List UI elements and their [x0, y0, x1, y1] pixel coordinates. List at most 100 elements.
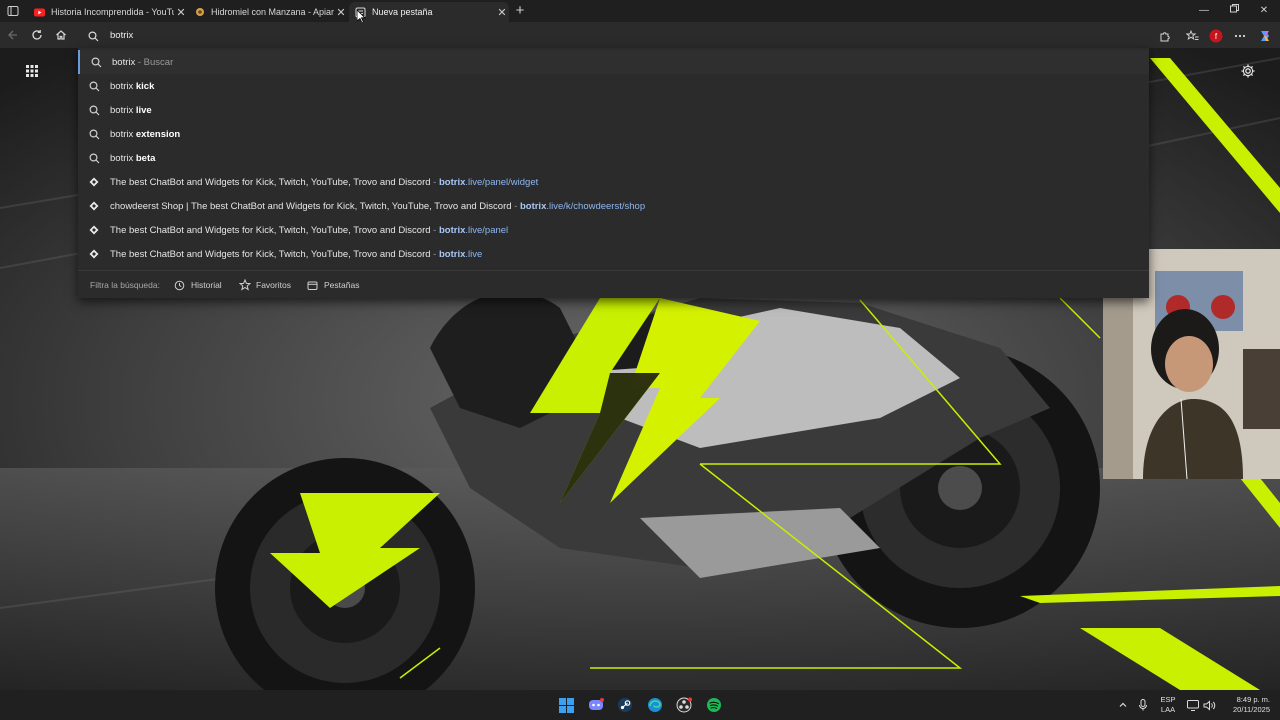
history-icon — [173, 279, 186, 292]
edge-browser-icon[interactable] — [646, 696, 664, 714]
suggestion-completion: live — [135, 105, 152, 116]
suggestion-url-match: botrix — [438, 225, 466, 236]
more-options-icon[interactable] — [1233, 29, 1247, 43]
botrix-site-icon — [88, 176, 100, 188]
site-icon — [194, 7, 205, 18]
suggestion-separator: - — [430, 177, 439, 188]
profile-avatar[interactable]: f — [1209, 29, 1223, 43]
suggestion-search-3[interactable]: botrix extension — [78, 122, 1149, 146]
clock-time: 8:49 p. m. — [1236, 695, 1270, 704]
tab-actions-menu-icon[interactable] — [4, 3, 22, 19]
suggestion-search-1[interactable]: botrix kick — [78, 74, 1149, 98]
suggestion-prefix: botrix — [110, 81, 136, 92]
new-tab-button[interactable]: + — [512, 3, 528, 19]
suggestion-prefix: botrix — [110, 129, 136, 140]
filter-chip-label: Historial — [191, 280, 222, 290]
tabs-icon — [306, 279, 319, 292]
botrix-site-icon — [88, 248, 100, 260]
title-bar: Historia Incomprendida - YouTube ✕ Hidro… — [0, 0, 1280, 24]
tab-hidromiel[interactable]: Hidromiel con Manzana - Apiario ✕ — [190, 2, 348, 22]
youtube-icon — [34, 7, 45, 18]
suggestion-title: The best ChatBot and Widgets for Kick, T… — [110, 177, 431, 188]
show-hidden-icons-chevron-up-icon[interactable] — [1114, 696, 1132, 714]
back-arrow-icon[interactable] — [5, 27, 21, 43]
suggestion-title: The best ChatBot and Widgets for Kick, T… — [110, 225, 431, 236]
suggestion-title: chowdeerst Shop | The best ChatBot and W… — [110, 201, 512, 212]
filter-label: Filtra la búsqueda: — [90, 280, 160, 290]
suggestion-prefix: botrix — [110, 153, 136, 164]
search-icon — [88, 152, 100, 164]
suggestion-text: botrix — [112, 57, 136, 68]
input-language-indicator[interactable]: ESP LAA — [1156, 695, 1180, 715]
suggestion-separator: - — [511, 201, 520, 212]
search-filter-bar: Filtra la búsqueda: Historial Favoritos … — [78, 270, 1149, 298]
suggestion-url: .live — [465, 249, 483, 260]
suggestion-search-0[interactable]: botrix - Buscar — [78, 50, 1149, 74]
suggestion-search-4[interactable]: botrix beta — [78, 146, 1149, 170]
spotify-icon[interactable] — [705, 696, 723, 714]
search-icon — [88, 80, 100, 92]
minimize-button[interactable]: — — [1196, 3, 1212, 19]
search-icon — [90, 56, 102, 68]
suggestion-url-match: botrix — [519, 201, 547, 212]
suggestion-site-8[interactable]: The best ChatBot and Widgets for Kick, T… — [78, 242, 1149, 266]
restore-button[interactable] — [1226, 3, 1242, 19]
botrix-site-icon — [88, 200, 100, 212]
suggestion-completion: beta — [135, 153, 156, 164]
suggestion-title: The best ChatBot and Widgets for Kick, T… — [110, 249, 431, 260]
extensions-icon[interactable] — [1158, 29, 1172, 43]
suggestion-completion: extension — [135, 129, 181, 140]
refresh-icon[interactable] — [29, 27, 45, 43]
filter-chip-label: Favoritos — [256, 280, 291, 290]
keyboard-layout-code: LAA — [1160, 705, 1176, 714]
tab-title: Historia Incomprendida - YouTube — [51, 7, 174, 17]
close-tab-icon[interactable]: ✕ — [174, 5, 188, 19]
botrix-site-icon — [88, 224, 100, 236]
address-suggestions-dropdown: ✕ botrix - Buscar botrix kick botrix liv… — [78, 48, 1149, 298]
suggestion-separator: - — [430, 225, 439, 236]
star-icon — [238, 279, 251, 292]
obs-studio-icon[interactable] — [675, 696, 693, 714]
clock[interactable]: 8:49 p. m. 20/11/2025 — [1222, 695, 1270, 715]
search-icon — [88, 128, 100, 140]
close-tab-icon[interactable]: ✕ — [495, 5, 509, 19]
discord-icon[interactable] — [587, 696, 605, 714]
favorites-icon[interactable] — [1185, 29, 1199, 43]
microphone-icon[interactable] — [1134, 696, 1152, 714]
gear-icon[interactable] — [1240, 63, 1256, 79]
search-icon — [88, 29, 99, 47]
tab-new-tab[interactable]: Nueva pestaña ✕ — [349, 2, 509, 22]
suggestion-site-5[interactable]: The best ChatBot and Widgets for Kick, T… — [78, 170, 1149, 194]
suggestion-completion: kick — [135, 81, 155, 92]
filter-tabs-button[interactable]: Pestañas — [306, 277, 359, 293]
suggestion-url: .live/panel — [465, 225, 509, 236]
windows-start-icon[interactable] — [557, 696, 575, 714]
filter-chip-label: Pestañas — [324, 280, 360, 290]
search-icon — [88, 104, 100, 116]
tab-youtube[interactable]: Historia Incomprendida - YouTube ✕ — [28, 2, 188, 22]
address-input[interactable] — [110, 27, 1010, 43]
suggestion-url: .live/k/chowdeerst/shop — [546, 201, 646, 212]
home-icon[interactable] — [53, 27, 69, 43]
copilot-icon[interactable] — [1258, 29, 1272, 43]
filter-history-button[interactable]: Historial — [173, 277, 222, 293]
steam-icon[interactable] — [616, 696, 634, 714]
volume-icon[interactable] — [1200, 696, 1218, 714]
suggestion-site-7[interactable]: The best ChatBot and Widgets for Kick, T… — [78, 218, 1149, 242]
suggestion-prefix: botrix — [110, 105, 136, 116]
filter-favorites-button[interactable]: Favoritos — [238, 277, 291, 293]
address-bar[interactable] — [80, 24, 1150, 46]
close-window-button[interactable]: ✕ — [1256, 3, 1272, 19]
tab-title: Hidromiel con Manzana - Apiario — [211, 7, 334, 17]
language-code: ESP — [1160, 695, 1176, 704]
suggestion-search-2[interactable]: botrix live — [78, 98, 1149, 122]
apps-grid-icon[interactable] — [24, 63, 40, 79]
suggestion-hint: - Buscar — [135, 57, 174, 68]
suggestion-site-6[interactable]: chowdeerst Shop | The best ChatBot and W… — [78, 194, 1149, 218]
suggestion-url-match: botrix — [438, 177, 466, 188]
close-tab-icon[interactable]: ✕ — [334, 5, 348, 19]
windows-taskbar: ESP LAA 8:49 p. m. 20/11/2025 — [0, 690, 1280, 720]
suggestion-url-match: botrix — [438, 249, 466, 260]
tab-title: Nueva pestaña — [372, 7, 433, 17]
suggestion-url: .live/panel/widget — [465, 177, 539, 188]
